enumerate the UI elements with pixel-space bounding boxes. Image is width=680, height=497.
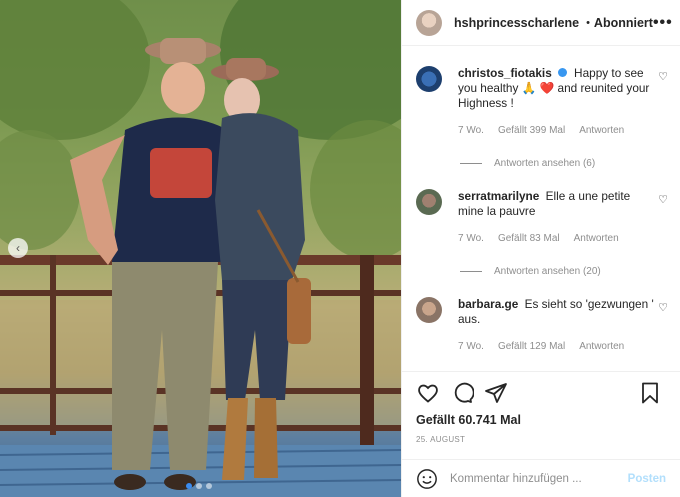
comment-item: serratmarilyne Elle a une petite mine la… — [416, 189, 680, 246]
comment-likes[interactable]: Gefällt 129 Mal — [498, 339, 565, 354]
bookmark-icon[interactable] — [638, 381, 662, 405]
commenter-username[interactable]: serratmarilyne — [458, 189, 539, 203]
author-avatar[interactable] — [416, 9, 442, 36]
view-replies-label: Antworten ansehen (20) — [494, 266, 601, 277]
more-options-icon[interactable]: ••• — [653, 14, 673, 32]
comment-likes[interactable]: Gefällt 399 Mal — [498, 123, 565, 138]
reply-button[interactable]: Antworten — [579, 123, 624, 138]
carousel-dot — [196, 483, 202, 489]
commenter-avatar[interactable] — [416, 189, 442, 215]
post-date: 25. AUGUST — [416, 435, 466, 444]
commenter-username[interactable]: christos_fiotakis — [458, 66, 552, 80]
view-replies-button[interactable]: Antworten ansehen (6) — [460, 158, 680, 169]
reply-button[interactable]: Antworten — [579, 339, 624, 354]
commenter-username[interactable]: barbara.ge — [458, 297, 518, 311]
carousel-dots — [186, 483, 212, 489]
post-likes-count[interactable]: Gefällt 60.741 Mal — [402, 413, 680, 433]
author-username[interactable]: hshprincesscharlene — [454, 16, 579, 30]
emoji-icon[interactable] — [416, 468, 438, 490]
instagram-post-view: ‹ hshprincesscharlene • Abonniert ••• ch… — [0, 0, 680, 497]
share-icon[interactable] — [484, 381, 508, 405]
commenter-avatar[interactable] — [416, 66, 442, 92]
post-action-bar — [402, 371, 680, 413]
comment-like-heart-icon[interactable]: ♡ — [658, 193, 668, 206]
carousel-prev-button[interactable]: ‹ — [8, 238, 28, 258]
header-separator: • — [586, 16, 590, 29]
carousel-dot — [206, 483, 212, 489]
comment-age[interactable]: 7 Wo. — [458, 339, 484, 354]
comment-item: christos_fiotakis Happy to see you healt… — [416, 66, 680, 138]
replies-divider-line — [460, 271, 482, 272]
comment-icon[interactable] — [450, 381, 474, 405]
post-header: hshprincesscharlene • Abonniert ••• — [402, 0, 680, 46]
comment-item: barbara.ge Es sieht so 'gezwungen ' aus.… — [416, 297, 680, 354]
comment-age[interactable]: 7 Wo. — [458, 231, 484, 246]
post-side-panel: hshprincesscharlene • Abonniert ••• chri… — [401, 0, 680, 497]
post-photo[interactable]: ‹ — [0, 0, 401, 497]
photo-illustration — [0, 0, 401, 497]
carousel-dot-active — [186, 483, 192, 489]
comment-age[interactable]: 7 Wo. — [458, 123, 484, 138]
reply-button[interactable]: Antworten — [574, 231, 619, 246]
verified-badge-icon — [557, 68, 567, 78]
comment-input[interactable] — [450, 472, 628, 485]
comment-like-heart-icon[interactable]: ♡ — [658, 70, 668, 83]
post-comment-button[interactable]: Posten — [628, 473, 666, 485]
comment-likes[interactable]: Gefällt 83 Mal — [498, 231, 560, 246]
comments-list: christos_fiotakis Happy to see you healt… — [402, 46, 680, 371]
commenter-avatar[interactable] — [416, 297, 442, 323]
comment-composer: Posten — [402, 459, 680, 497]
view-replies-label: Antworten ansehen (6) — [494, 158, 596, 169]
view-replies-button[interactable]: Antworten ansehen (20) — [460, 266, 680, 277]
replies-divider-line — [460, 163, 482, 164]
comment-like-heart-icon[interactable]: ♡ — [658, 301, 668, 314]
follow-status-button[interactable]: Abonniert — [594, 16, 653, 30]
heart-icon[interactable] — [416, 381, 440, 405]
